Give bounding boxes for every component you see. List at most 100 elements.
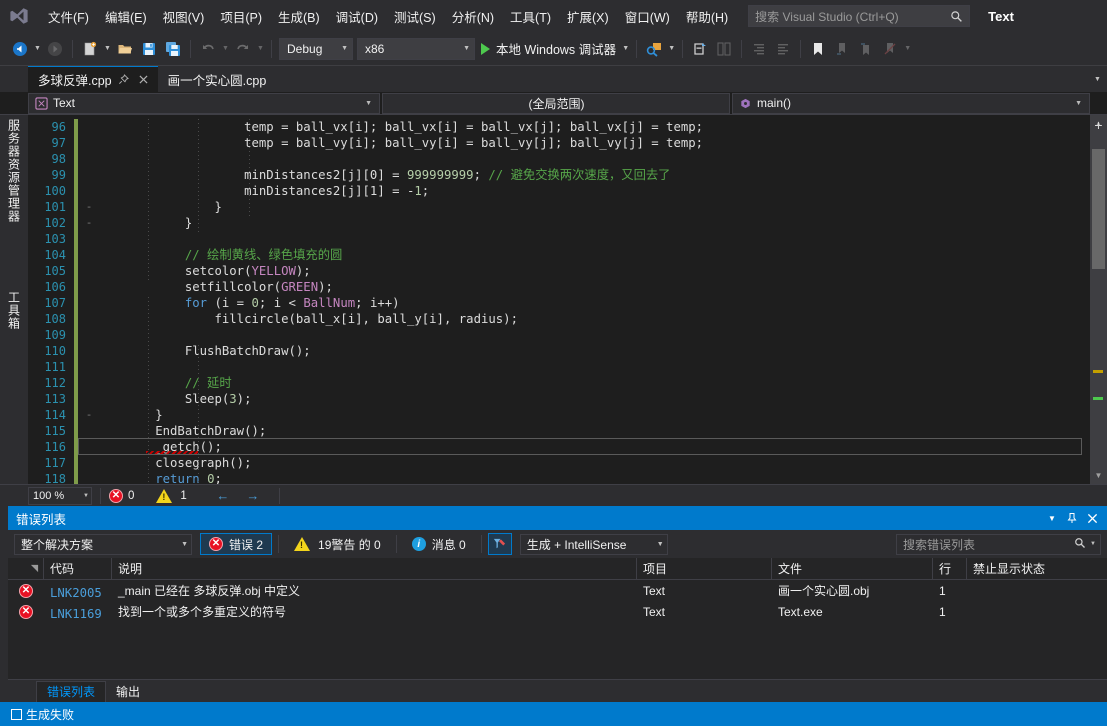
tab-duoqiufantan-cpp[interactable]: 多球反弹.cpp (28, 66, 158, 92)
zoom-level-combo[interactable]: 100 % ▼ (28, 486, 92, 505)
code-line[interactable]: 104 // 绘制黄线、绿色填充的圆 (28, 247, 1090, 263)
editor-warning-count[interactable]: 1 (156, 488, 187, 503)
attach-process-dropdown-icon[interactable]: ▼ (666, 38, 677, 60)
code-line[interactable]: 118 return 0; (28, 471, 1090, 484)
menu-project[interactable]: 项目(P) (212, 3, 270, 30)
start-debugging-dropdown-icon[interactable]: ▼ (620, 38, 631, 60)
menu-extensions[interactable]: 扩展(X) (559, 3, 617, 30)
menu-analyze[interactable]: 分析(N) (444, 3, 502, 30)
bookmark-icon[interactable] (807, 38, 829, 60)
code-surface[interactable]: 96 temp = ball_vx[i]; ball_vx[i] = ball_… (28, 115, 1090, 484)
editor-vertical-scrollbar[interactable]: ▲ ▼ (1090, 115, 1107, 484)
code-line[interactable]: 113 Sleep(3); (28, 391, 1090, 407)
previous-issue-icon[interactable]: ← (213, 487, 233, 505)
column-header-suppression[interactable]: 禁止显示状态 (967, 558, 1107, 580)
code-line[interactable]: 109 (28, 327, 1090, 343)
code-line[interactable]: 111 (28, 359, 1090, 375)
column-header-line[interactable]: 行 (933, 557, 967, 580)
code-line[interactable]: 115 EndBatchDraw(); (28, 423, 1090, 439)
code-line[interactable]: 106 setfillcolor(GREEN); (28, 279, 1090, 295)
code-line[interactable]: 103 (28, 231, 1090, 247)
panel-tab-error-list[interactable]: 错误列表 (36, 680, 107, 702)
error-file: Text.exe (778, 604, 823, 619)
column-header-project[interactable]: 项目 (637, 557, 772, 580)
close-icon[interactable] (1083, 509, 1101, 527)
build-filter-icon[interactable] (487, 533, 512, 555)
new-project-dropdown-icon[interactable]: ▼ (102, 38, 113, 60)
code-line[interactable]: 100 minDistances2[j][1] = -1; (28, 183, 1090, 199)
open-file-icon[interactable] (114, 38, 136, 60)
column-select-all[interactable] (8, 557, 44, 580)
menu-build[interactable]: 生成(B) (270, 3, 328, 30)
pin-icon[interactable] (1063, 509, 1081, 527)
warnings-filter-toggle[interactable]: 19警告 的 0 (285, 533, 390, 555)
tab-huayigeshixinyuan-cpp[interactable]: 画一个实心圆.cpp (157, 66, 273, 92)
code-line[interactable]: 110 FlushBatchDraw(); (28, 343, 1090, 359)
global-search-box[interactable]: 搜索 Visual Studio (Ctrl+Q) (748, 5, 971, 27)
code-line[interactable]: 96 temp = ball_vx[i]; ball_vx[i] = ball_… (28, 119, 1090, 135)
editor-error-count[interactable]: ✕ 0 (109, 488, 134, 503)
code-line[interactable]: 98 (28, 151, 1090, 167)
pin-icon[interactable] (116, 72, 132, 88)
column-header-file[interactable]: 文件 (772, 557, 933, 580)
menu-view[interactable]: 视图(V) (155, 3, 213, 30)
code-line[interactable]: 107 for (i = 0; i < BallNum; i++) (28, 295, 1090, 311)
menu-file[interactable]: 文件(F) (40, 3, 97, 30)
code-line[interactable]: 112 // 延时 (28, 375, 1090, 391)
type-scope-combo[interactable]: (全局范围) (382, 92, 730, 114)
menu-edit[interactable]: 编辑(E) (97, 3, 155, 30)
error-grid-body[interactable]: ✕ LNK2005 _main 已经在 多球反弹.obj 中定义 Text 画一个实心圆… (8, 580, 1107, 679)
build-intellisense-combo[interactable]: 生成 + IntelliSense ▼ (519, 533, 668, 555)
back-dropdown-icon[interactable]: ▼ (32, 38, 43, 60)
code-lines[interactable]: 96 temp = ball_vx[i]; ball_vx[i] = ball_… (28, 115, 1090, 484)
outlining-marker[interactable]: - (82, 407, 96, 423)
navigate-back-icon[interactable] (9, 38, 31, 60)
code-line[interactable]: 99 minDistances2[j][0] = 999999999; // 避… (28, 167, 1090, 183)
member-scope-combo[interactable]: main() ▼ (732, 92, 1090, 114)
new-window-icon[interactable] (689, 38, 711, 60)
project-scope-combo[interactable]: Text ▼ (28, 92, 380, 114)
code-line[interactable]: 108 fillcircle(ball_x[i], ball_y[i], rad… (28, 311, 1090, 327)
menu-tools[interactable]: 工具(T) (502, 3, 559, 30)
menu-window[interactable]: 窗口(W) (617, 3, 678, 30)
messages-filter-toggle[interactable]: i 消息 0 (403, 533, 475, 555)
chevron-down-icon[interactable]: ▼ (1090, 541, 1096, 547)
new-project-icon[interactable] (79, 38, 101, 60)
code-line[interactable]: 101 - } (28, 199, 1090, 215)
scroll-down-icon[interactable]: ▼ (1090, 467, 1107, 484)
menu-help[interactable]: 帮助(H) (678, 3, 736, 30)
code-line[interactable]: 114 - } (28, 407, 1090, 423)
toolbox-tab[interactable]: 工具箱 (6, 291, 23, 330)
start-debugging-button[interactable]: 本地 Windows 调试器 (477, 38, 620, 60)
split-view-icon[interactable]: + (1092, 118, 1105, 132)
tab-overflow-icon[interactable]: ▼ (1092, 68, 1103, 90)
code-line[interactable]: 117 closegraph(); (28, 455, 1090, 471)
outlining-marker[interactable]: - (82, 199, 96, 215)
chevron-down-icon[interactable]: ▼ (1043, 509, 1061, 527)
attach-process-icon[interactable] (643, 38, 665, 60)
code-line[interactable]: 97 temp = ball_vy[i]; ball_vy[i] = ball_… (28, 135, 1090, 151)
code-line[interactable]: 105 setcolor(YELLOW); (28, 263, 1090, 279)
solution-platform-combo[interactable]: x86 ▼ (357, 37, 475, 60)
table-row[interactable]: ✕ LNK2005 _main 已经在 多球反弹.obj 中定义 Text 画一个实心圆… (8, 580, 1107, 601)
column-header-description[interactable]: 说明 (112, 557, 637, 580)
column-header-code[interactable]: 代码 (44, 557, 112, 580)
scrollbar-thumb[interactable] (1092, 149, 1105, 269)
save-all-icon[interactable] (162, 38, 184, 60)
outlining-marker[interactable]: - (82, 215, 96, 231)
error-scope-combo[interactable]: 整个解决方案 ▼ (14, 533, 192, 555)
errors-filter-toggle[interactable]: ✕ 错误 2 (200, 533, 273, 555)
error-search-input[interactable]: 搜索错误列表 ▼ (896, 533, 1101, 555)
next-issue-icon[interactable]: → (243, 487, 263, 505)
close-icon[interactable] (136, 72, 152, 88)
menu-debug[interactable]: 调试(D) (328, 3, 386, 30)
error-list-title-bar: 错误列表 ▼ (8, 506, 1107, 530)
server-explorer-tab[interactable]: 服务器资源管理器 (6, 119, 23, 223)
table-row[interactable]: ✕ LNK1169 找到一个或多个多重定义的符号 Text Text.exe 1 (8, 601, 1107, 622)
solution-configuration-combo[interactable]: Debug ▼ (279, 37, 353, 60)
panel-tab-output[interactable]: 输出 (106, 681, 150, 702)
toolbar-overflow-icon[interactable]: ▼ (902, 38, 913, 60)
menu-test[interactable]: 测试(S) (386, 3, 444, 30)
save-icon[interactable] (138, 38, 160, 60)
code-line[interactable]: 102 - } (28, 215, 1090, 231)
